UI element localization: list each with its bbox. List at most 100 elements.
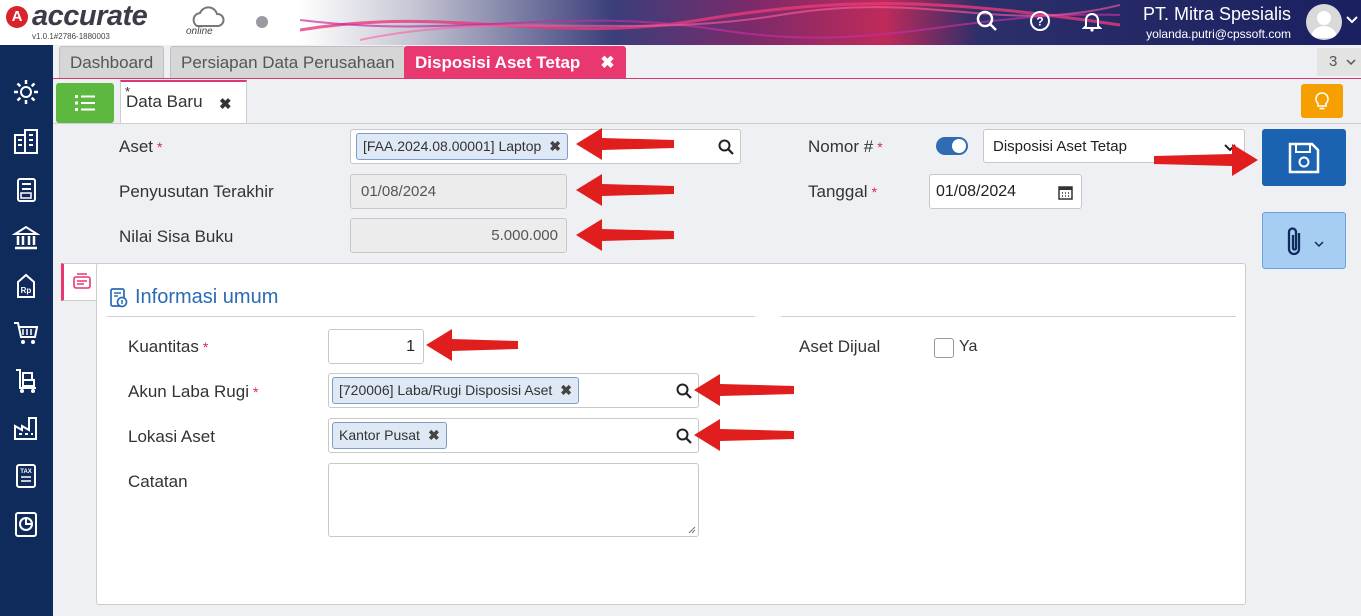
aset-dijual-checkbox[interactable] [934, 338, 954, 358]
chevron-down-icon [1314, 240, 1324, 247]
divider [53, 123, 1361, 124]
annotation-arrow-left [576, 219, 674, 251]
top-header: A accurate online v1.0.1#2786-1880003 ? … [0, 0, 1361, 45]
aset-field[interactable]: [FAA.2024.08.00001] Laptop ✖ [350, 129, 741, 164]
tab-disposisi-aset-tetap[interactable]: Disposisi Aset Tetap ✖ [404, 46, 626, 78]
aset-dijual-label: Aset Dijual [799, 337, 881, 356]
remove-chip-icon[interactable]: ✖ [560, 382, 572, 398]
informasi-umum-panel: Informasi umum Kuantitas * 1 Akun Laba Ru… [96, 263, 1246, 605]
lokasi-value: Kantor Pusat [339, 427, 420, 443]
catatan-textarea[interactable] [328, 463, 699, 537]
akun-value: [720006] Laba/Rugi Disposisi Aset [339, 382, 553, 398]
search-icon[interactable] [718, 139, 734, 155]
logo-mark-icon: A [6, 6, 28, 28]
annotation-arrow-left [576, 128, 674, 160]
status-dot [256, 16, 268, 28]
section-title: Informasi umum [135, 286, 279, 308]
notification-bell-icon[interactable] [1079, 8, 1105, 34]
penyusutan-terakhir-label: Penyusutan Terakhir [119, 182, 274, 201]
tab-count: 3 [1329, 53, 1338, 70]
aset-chip: [FAA.2024.08.00001] Laptop ✖ [356, 133, 568, 160]
tab-persiapan-data-perusahaan[interactable]: Persiapan Data Perusahaan [170, 46, 406, 78]
annotation-arrow-left [694, 419, 794, 451]
remove-chip-icon[interactable]: ✖ [428, 427, 440, 443]
penyusutan-terakhir-value: 01/08/2024 [361, 183, 437, 200]
divider [781, 316, 1236, 317]
akun-label-text: Akun Laba Rugi [128, 382, 249, 401]
required-mark: * [252, 384, 259, 400]
kuantitas-input[interactable]: 1 [328, 329, 424, 364]
subtab-data-baru[interactable]: * Data Baru ✖ [120, 80, 247, 124]
nomor-selected-value: Disposisi Aset Tetap [993, 138, 1127, 155]
paperclip-icon [1287, 226, 1301, 255]
remove-chip-icon[interactable]: ✖ [549, 138, 561, 154]
section-tab-info[interactable] [61, 263, 101, 301]
save-button[interactable] [1262, 129, 1346, 186]
tab-label: Persiapan Data Perusahaan [181, 53, 395, 72]
list-icon [75, 95, 95, 111]
tab-dashboard[interactable]: Dashboard [59, 46, 165, 78]
required-mark: * [157, 139, 163, 155]
tab-label: Disposisi Aset Tetap [415, 53, 581, 72]
resize-handle-icon[interactable] [688, 526, 696, 534]
catatan-label: Catatan [128, 472, 188, 491]
nomor-label: Nomor # * [808, 137, 883, 157]
annotation-arrow-left [576, 174, 674, 206]
akun-laba-rugi-field[interactable]: [720006] Laba/Rugi Disposisi Aset ✖ [328, 373, 699, 408]
auto-number-toggle[interactable] [936, 137, 968, 155]
search-icon[interactable] [974, 8, 1000, 34]
lokasi-aset-field[interactable]: Kantor Pusat ✖ [328, 418, 699, 453]
ledger-book-icon[interactable] [10, 174, 42, 206]
accurate-logo[interactable]: A accurate online v1.0.1#2786-1880003 [6, 0, 236, 42]
annotation-arrow-left [694, 374, 794, 406]
tanggal-label: Tanggal * [808, 182, 877, 202]
company-info[interactable]: PT. Mitra Spesialis yolanda.putri@cpssof… [1143, 4, 1291, 41]
tips-button[interactable] [1301, 84, 1343, 118]
penyusutan-terakhir-field: 01/08/2024 [350, 174, 567, 209]
aset-dijual-option: Ya [959, 338, 978, 355]
kuantitas-value: 1 [406, 338, 415, 355]
subtab-label: Data Baru [126, 92, 203, 111]
akun-laba-rugi-label: Akun Laba Rugi * [128, 382, 258, 402]
report-chart-icon[interactable] [10, 508, 42, 540]
company-name: PT. Mitra Spesialis [1142, 4, 1291, 24]
aset-label-text: Aset [119, 137, 154, 156]
chevron-down-icon[interactable] [1346, 15, 1358, 25]
sales-rp-icon[interactable]: Rp [10, 270, 42, 302]
document-info-icon [110, 288, 128, 308]
inventory-trolley-icon[interactable] [10, 365, 42, 397]
settings-gear-icon[interactable] [10, 76, 42, 108]
list-view-button[interactable] [56, 83, 114, 123]
nilai-sisa-buku-label: Nilai Sisa Buku [119, 227, 234, 246]
svg-text:?: ? [1036, 15, 1043, 29]
nilai-sisa-buku-field: 5.000.000 [350, 218, 567, 253]
avatar[interactable] [1306, 4, 1342, 40]
svg-text:Rp: Rp [21, 286, 32, 295]
tanggal-field[interactable]: 01/08/2024 [929, 174, 1082, 209]
chevron-down-icon [1345, 59, 1356, 66]
tanggal-label-text: Tanggal [808, 182, 868, 201]
tab-count-dropdown[interactable]: 3 [1317, 48, 1361, 76]
required-mark: * [871, 184, 878, 200]
tax-icon[interactable]: TAX [10, 460, 42, 492]
bank-icon[interactable] [10, 222, 42, 254]
aset-value: [FAA.2024.08.00001] Laptop [363, 138, 542, 154]
nomor-label-text: Nomor # [808, 137, 874, 156]
calendar-icon[interactable] [1058, 185, 1073, 200]
tab-label: Dashboard [70, 53, 154, 72]
cloud-icon [192, 6, 225, 27]
shopping-cart-icon[interactable] [10, 317, 42, 349]
user-email: yolanda.putri@cpssoft.com [1146, 27, 1291, 41]
close-tab-icon[interactable]: ✖ [600, 53, 614, 72]
lightbulb-icon [1315, 92, 1329, 110]
save-floppy-icon [1288, 142, 1320, 173]
company-building-icon[interactable] [10, 125, 42, 157]
help-icon[interactable]: ? [1027, 8, 1053, 34]
factory-icon[interactable] [10, 412, 42, 444]
close-icon[interactable]: ✖ [219, 95, 232, 113]
divider [107, 316, 755, 317]
annotation-arrow-left [426, 329, 518, 361]
attachment-button[interactable] [1262, 212, 1346, 269]
info-card-icon [73, 273, 91, 289]
tanggal-value: 01/08/2024 [936, 183, 1017, 200]
